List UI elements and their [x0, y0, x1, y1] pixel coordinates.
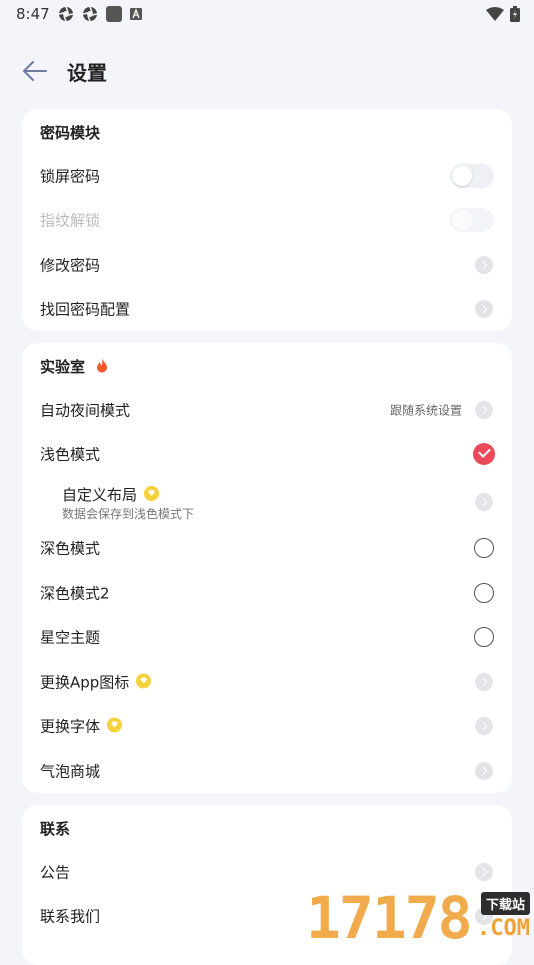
starry-theme-row[interactable]: 星空主题	[22, 615, 512, 659]
watermark-badge: 下载站	[480, 892, 530, 915]
status-bar: 8:47	[0, 0, 534, 28]
vip-diamond-icon	[144, 486, 160, 501]
row-label: 星空主题	[40, 628, 101, 647]
change-app-icon-label: 更换App图标	[40, 673, 130, 692]
lock-screen-password-toggle[interactable]	[450, 164, 494, 188]
dark-mode-2-radio[interactable]	[474, 583, 494, 603]
light-mode-radio-checked[interactable]	[473, 443, 495, 465]
row-label: 浅色模式	[40, 445, 101, 464]
status-time: 8:47	[16, 5, 50, 23]
dark-mode-row[interactable]: 深色模式	[22, 526, 512, 570]
custom-layout-label: 自定义布局	[62, 486, 138, 504]
row-label: 更换App图标	[40, 672, 152, 693]
aperture-icon	[58, 6, 74, 22]
chevron-right-icon	[475, 673, 493, 691]
chevron-right-icon	[475, 493, 493, 511]
dark-mode-radio[interactable]	[474, 538, 494, 558]
row-label: 联系我们	[40, 907, 101, 926]
auto-night-mode-row[interactable]: 自动夜间模式 跟随系统设置	[22, 388, 512, 432]
watermark-domain: .COM	[477, 916, 530, 941]
square-app-icon	[106, 6, 122, 22]
vip-diamond-icon	[136, 673, 152, 689]
battery-icon	[510, 6, 520, 22]
section-title-contact: 联系	[40, 820, 71, 838]
fingerprint-unlock-row: 指纹解锁	[22, 198, 512, 242]
lab-section-card: 实验室 自动夜间模式 跟随系统设置 浅色模式 自定义布局 数据会保存到浅色模式下…	[22, 343, 512, 793]
starry-theme-radio[interactable]	[474, 627, 494, 647]
row-label: 自定义布局	[62, 484, 160, 505]
chevron-right-icon	[475, 300, 493, 318]
change-font-row[interactable]: 更换字体	[22, 704, 512, 748]
fingerprint-unlock-toggle	[450, 208, 494, 232]
password-recovery-row[interactable]: 找回密码配置	[22, 287, 512, 331]
site-watermark: 17178 下载站 .COM	[306, 886, 534, 950]
chevron-right-icon	[475, 401, 493, 419]
light-mode-row[interactable]: 浅色模式	[22, 432, 512, 476]
toggle-knob	[452, 166, 472, 186]
row-label: 气泡商城	[40, 762, 101, 781]
status-notification-icons	[58, 6, 142, 22]
toggle-knob	[452, 210, 472, 230]
flame-icon	[97, 358, 108, 373]
chevron-right-icon	[475, 717, 493, 735]
page-title: 设置	[67, 61, 107, 85]
row-label: 指纹解锁	[40, 211, 101, 230]
row-subtitle: 数据会保存到浅色模式下	[62, 507, 195, 521]
top-app-bar: 设置	[0, 50, 534, 94]
wifi-icon	[486, 7, 504, 21]
row-label: 修改密码	[40, 256, 101, 275]
aperture-icon	[82, 6, 98, 22]
bubble-store-row[interactable]: 气泡商城	[22, 749, 512, 793]
back-arrow-icon[interactable]	[20, 58, 50, 84]
section-title-lab: 实验室	[40, 356, 108, 377]
dark-mode-2-row[interactable]: 深色模式2	[22, 571, 512, 615]
lock-screen-password-row[interactable]: 锁屏密码	[22, 154, 512, 198]
row-label: 锁屏密码	[40, 167, 101, 186]
row-label: 公告	[40, 863, 71, 882]
vip-diamond-icon	[107, 717, 123, 733]
chevron-right-icon	[475, 256, 493, 274]
watermark-digits: 17178	[306, 884, 473, 952]
status-system-icons	[486, 6, 520, 22]
change-password-row[interactable]: 修改密码	[22, 243, 512, 287]
section-title-text: 实验室	[40, 358, 86, 376]
change-app-icon-row[interactable]: 更换App图标	[22, 660, 512, 704]
row-label: 更换字体	[40, 716, 123, 737]
row-value: 跟随系统设置	[389, 403, 462, 418]
section-title-password: 密码模块	[40, 124, 101, 142]
a-app-icon	[130, 8, 142, 20]
custom-layout-row[interactable]: 自定义布局 数据会保存到浅色模式下	[22, 478, 512, 526]
row-label: 找回密码配置	[40, 300, 131, 319]
row-label: 深色模式	[40, 539, 101, 558]
chevron-right-icon	[475, 863, 493, 881]
password-section-card: 密码模块 锁屏密码 指纹解锁 修改密码 找回密码配置	[22, 109, 512, 331]
chevron-right-icon	[475, 762, 493, 780]
row-label: 自动夜间模式	[40, 401, 131, 420]
change-font-label: 更换字体	[40, 717, 101, 736]
row-label: 深色模式2	[40, 584, 110, 603]
